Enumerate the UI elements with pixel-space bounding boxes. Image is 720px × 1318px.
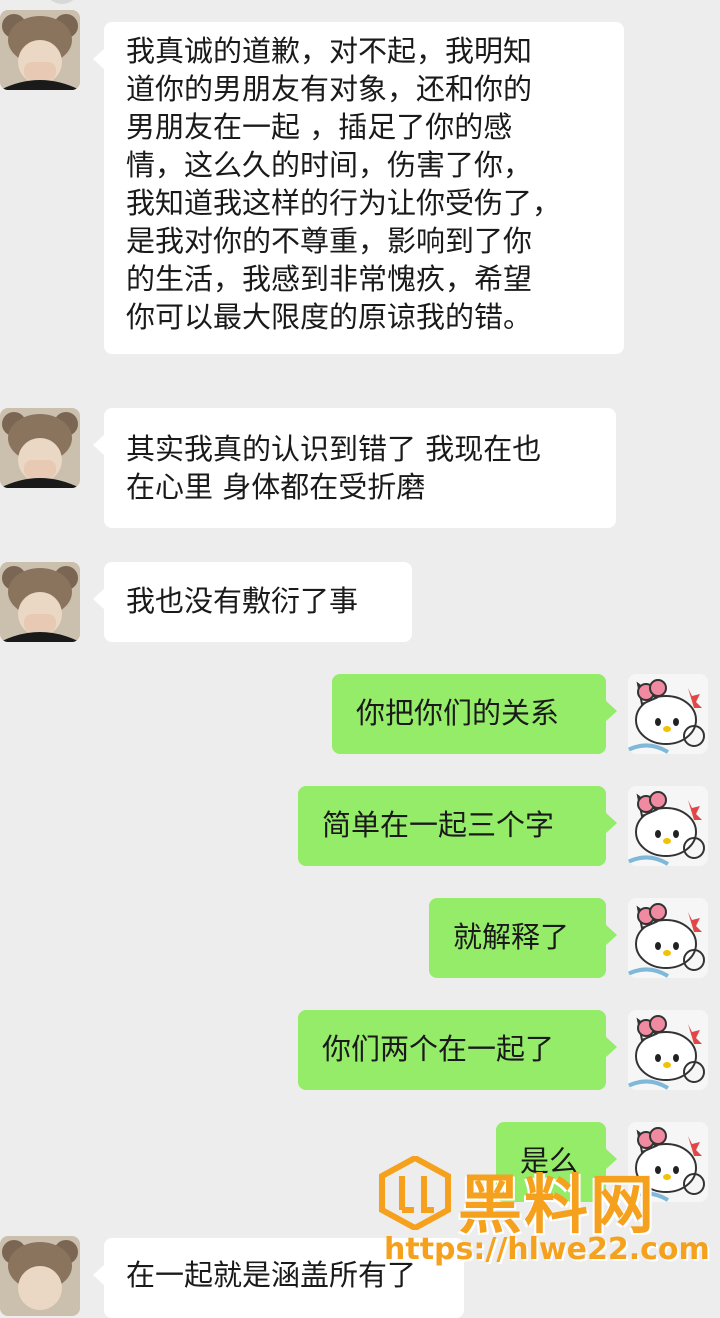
message-text: 你们两个在一起了	[322, 1032, 555, 1066]
girl-avatar-icon	[0, 1236, 80, 1316]
message-bubble[interactable]: 就解释了	[429, 898, 617, 978]
message-text: 简单在一起三个字	[322, 808, 555, 842]
contact-avatar[interactable]	[0, 562, 80, 642]
message-bubble[interactable]: 其实我真的认识到错了 我现在也 在心里 身体都在受折磨	[93, 408, 616, 528]
message-bubble[interactable]: 我也没有敷衍了事	[93, 562, 412, 642]
message-text: 就解释了	[453, 920, 570, 954]
status-strip	[0, 0, 720, 22]
message-text: 道你的男朋友有对象，还和你的	[126, 72, 533, 106]
contact-avatar[interactable]	[0, 408, 80, 488]
girl-avatar-icon	[0, 562, 80, 642]
message-text: 是我对你的不尊重，影响到了你	[126, 224, 533, 258]
hello-kitty-icon	[628, 898, 708, 978]
message-text: 是么	[520, 1144, 579, 1178]
watermark-logo-icon	[379, 1156, 451, 1230]
message-text: 其实我真的认识到错了 我现在也	[126, 432, 542, 466]
self-avatar[interactable]	[628, 674, 708, 754]
message-bubble[interactable]: 你把你们的关系	[332, 674, 617, 754]
top-indicator	[44, 0, 80, 4]
message-bubble[interactable]: 简单在一起三个字	[298, 786, 617, 866]
message-text: 在一起就是涵盖所有了	[126, 1258, 417, 1292]
self-avatar[interactable]	[628, 898, 708, 978]
message-text: 我知道我这样的行为让你受伤了，	[126, 186, 562, 220]
message-bubble[interactable]: 在一起就是涵盖所有了	[93, 1238, 464, 1318]
self-avatar[interactable]	[628, 786, 708, 866]
self-avatar[interactable]	[628, 1122, 708, 1202]
message-text: 我真诚的道歉，对不起，我明知	[126, 34, 533, 68]
message-bubble[interactable]: 你们两个在一起了	[298, 1010, 617, 1090]
hello-kitty-icon	[628, 1122, 708, 1202]
message-text: 的生活，我感到非常愧疚，希望	[126, 262, 533, 296]
self-avatar[interactable]	[628, 1010, 708, 1090]
message-text: 男朋友在一起 ，插足了你的感	[126, 110, 513, 144]
girl-avatar-icon	[0, 10, 80, 90]
hello-kitty-icon	[628, 1010, 708, 1090]
message-text: 在心里 身体都在受折磨	[126, 470, 426, 504]
hello-kitty-icon	[628, 786, 708, 866]
girl-avatar-icon	[0, 408, 80, 488]
message-bubble[interactable]: 我真诚的道歉，对不起，我明知 道你的男朋友有对象，还和你的 男朋友在一起 ，插足…	[93, 22, 624, 354]
contact-avatar[interactable]	[0, 1236, 80, 1316]
message-bubble[interactable]: 是么	[496, 1122, 617, 1202]
message-text: 情，这么久的时间，伤害了你，	[126, 148, 533, 182]
message-text: 我也没有敷衍了事	[126, 584, 359, 618]
message-text: 你可以最大限度的原谅我的错。	[126, 300, 533, 334]
message-text: 你把你们的关系	[356, 696, 560, 730]
hello-kitty-icon	[628, 674, 708, 754]
contact-avatar[interactable]	[0, 10, 80, 90]
